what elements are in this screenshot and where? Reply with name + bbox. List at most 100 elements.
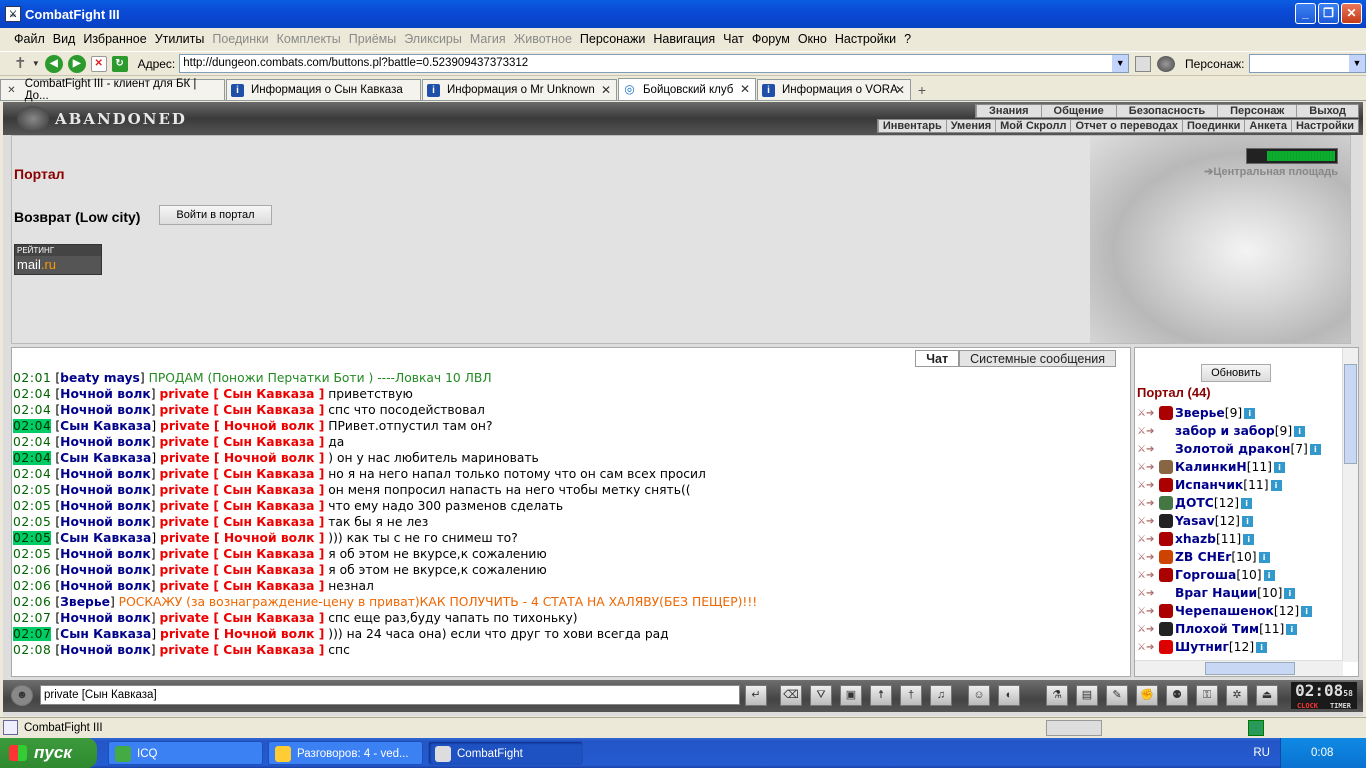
scrollbar-thumb[interactable] <box>1344 364 1357 464</box>
message-nick[interactable]: Сын Кавказа <box>60 451 151 465</box>
attack-icon[interactable]: ⚔➔ <box>1137 498 1159 509</box>
user-name[interactable]: КалинкиН <box>1175 460 1247 474</box>
persona-select[interactable]: ▼ <box>1248 54 1366 73</box>
private-marker[interactable]: private [ Ночной волк ] <box>160 531 324 545</box>
message-time[interactable]: 02:06 <box>13 595 51 609</box>
minimize-button[interactable]: _ <box>1295 3 1316 24</box>
settings-icon[interactable]: ✲ <box>1226 685 1248 706</box>
message-nick[interactable]: Сын Кавказа <box>60 531 151 545</box>
private-marker[interactable]: private [ Сын Кавказа ] <box>160 547 325 561</box>
message-nick[interactable]: Зверье <box>60 595 110 609</box>
menu-item[interactable]: Файл <box>10 32 49 46</box>
user-row[interactable]: ⚔➔ Золотой дракон [7] i <box>1137 440 1342 458</box>
attack-icon[interactable]: ⚔➔ <box>1137 480 1159 491</box>
menu-item[interactable]: Персонажи <box>576 32 649 46</box>
user-row[interactable]: ⚔➔ Зверье [9] i <box>1137 404 1342 422</box>
user-info-icon[interactable]: i <box>1294 425 1306 437</box>
new-tab-button[interactable]: + <box>912 80 932 100</box>
pin-icon[interactable]: ✝ <box>14 55 32 73</box>
sub-menu-item[interactable]: Анкета <box>1244 120 1291 132</box>
close-button[interactable]: ✕ <box>1341 3 1362 24</box>
user-name[interactable]: xhazb <box>1175 532 1216 546</box>
message-nick[interactable]: Ночной волк <box>60 515 151 529</box>
go-icon[interactable] <box>1135 55 1152 72</box>
message-time[interactable]: 02:04 <box>13 387 51 401</box>
tab-info-mr-unknown[interactable]: i Информация о Mr Unknown ✕ <box>422 79 617 100</box>
flask-icon[interactable]: ⚗ <box>1046 685 1068 706</box>
user-row[interactable]: ⚔➔ Шутниг [12] i <box>1137 638 1342 656</box>
scrollbar-thumb[interactable] <box>1205 662 1295 675</box>
tab-close-icon[interactable]: ✕ <box>740 82 750 96</box>
smile-chat-icon[interactable]: ☻ <box>11 685 33 706</box>
private-marker[interactable]: private [ Сын Кавказа ] <box>160 435 325 449</box>
private-marker[interactable]: private [ Сын Кавказа ] <box>160 515 325 529</box>
menu-item[interactable]: ? <box>900 32 915 46</box>
attack-icon[interactable]: ⚔➔ <box>1137 570 1159 581</box>
attack-icon[interactable]: ⚔➔ <box>1137 462 1159 473</box>
tab-chat[interactable]: Чат <box>915 350 960 367</box>
start-button[interactable]: пуск <box>0 738 97 768</box>
user-row[interactable]: ⚔➔ забор и забор [9] i <box>1137 422 1342 440</box>
message-time[interactable]: 02:05 <box>13 499 51 513</box>
enter-portal-button[interactable]: Войти в портал <box>159 205 272 225</box>
message-time[interactable]: 02:04 <box>13 419 52 433</box>
private-marker[interactable]: private [ Сын Кавказа ] <box>160 403 325 417</box>
user-row[interactable]: ⚔➔ Плохой Тим [11] i <box>1137 620 1342 638</box>
user-info-icon[interactable]: i <box>1273 461 1285 473</box>
message-nick[interactable]: Ночной волк <box>60 499 151 513</box>
message-time[interactable]: 02:05 <box>13 483 51 497</box>
message-nick[interactable]: Ночной волк <box>60 435 151 449</box>
user-info-icon[interactable]: i <box>1241 515 1253 527</box>
message-nick[interactable]: Ночной волк <box>60 403 151 417</box>
private-marker[interactable]: private [ Сын Кавказа ] <box>160 499 325 513</box>
menu-item[interactable]: Чат <box>719 32 748 46</box>
message-nick[interactable]: Ночной волк <box>60 483 151 497</box>
tab-close-icon[interactable]: ✕ <box>895 83 905 97</box>
fist-icon[interactable]: ✊ <box>1136 685 1158 706</box>
message-nick[interactable]: Ночной волк <box>60 467 151 481</box>
attack-icon[interactable]: ⚔➔ <box>1137 534 1159 545</box>
message-time[interactable]: 02:04 <box>13 467 51 481</box>
user-info-icon[interactable]: i <box>1244 407 1256 419</box>
top-menu-item[interactable]: Общение <box>1040 105 1116 117</box>
exit-icon[interactable]: ⏏ <box>1256 685 1278 706</box>
sub-menu-item[interactable]: Инвентарь <box>877 120 946 132</box>
address-dropdown-icon[interactable]: ▼ <box>1112 55 1129 72</box>
user-name[interactable]: Золотой дракон <box>1175 442 1290 456</box>
message-time[interactable]: 02:07 <box>13 611 51 625</box>
private-marker[interactable]: private [ Сын Кавказа ] <box>160 387 325 401</box>
maximize-button[interactable]: ❐ <box>1318 3 1339 24</box>
user-name[interactable]: Шутниг <box>1175 640 1229 654</box>
message-nick[interactable]: Сын Кавказа <box>60 627 151 641</box>
top-menu-item[interactable]: Знания <box>976 105 1040 117</box>
user-info-icon[interactable]: i <box>1301 605 1313 617</box>
message-time[interactable]: 02:05 <box>13 547 51 561</box>
tab-info-vora[interactable]: i Информация о VORA ✕ <box>757 79 911 100</box>
message-time[interactable]: 02:07 <box>13 627 52 641</box>
sub-menu-item[interactable]: Отчет о переводах <box>1070 120 1182 132</box>
user-row[interactable]: ⚔➔ ZB CHEr [10] i <box>1137 548 1342 566</box>
task-icq[interactable]: ICQ <box>108 741 263 765</box>
private-marker[interactable]: private [ Сын Кавказа ] <box>160 563 325 577</box>
message-time[interactable]: 02:06 <box>13 563 51 577</box>
attack-icon[interactable]: ⚔➔ <box>1137 426 1159 437</box>
stop-button[interactable]: ✕ <box>90 55 107 72</box>
tab-system-messages[interactable]: Системные сообщения <box>959 350 1116 367</box>
private-marker[interactable]: private [ Сын Кавказа ] <box>160 483 325 497</box>
attack-icon[interactable]: ⚔➔ <box>1137 624 1159 635</box>
message-nick[interactable]: beaty mays <box>60 371 140 385</box>
private-marker[interactable]: private [ Сын Кавказа ] <box>160 611 325 625</box>
scroll-icon[interactable]: ✎ <box>1106 685 1128 706</box>
user-info-icon[interactable]: i <box>1258 551 1270 563</box>
back-button[interactable]: ◀ <box>44 54 63 73</box>
chat-input[interactable]: private [Сын Кавказа] <box>40 685 740 705</box>
user-row[interactable]: ⚔➔ Испанчик [11] i <box>1137 476 1342 494</box>
user-info-icon[interactable]: i <box>1263 569 1275 581</box>
user-row[interactable]: ⚔➔ xhazb [11] i <box>1137 530 1342 548</box>
user-info-icon[interactable]: i <box>1286 623 1298 635</box>
private-marker[interactable]: private [ Ночной волк ] <box>160 627 324 641</box>
clear-icon[interactable]: ⌫ <box>780 685 802 706</box>
tab-combatfight[interactable]: ✕ CombatFight III - клиент для БК | До..… <box>0 78 225 102</box>
user-name[interactable]: Враг Нации <box>1175 586 1257 600</box>
chest-icon[interactable]: ▤ <box>1076 685 1098 706</box>
